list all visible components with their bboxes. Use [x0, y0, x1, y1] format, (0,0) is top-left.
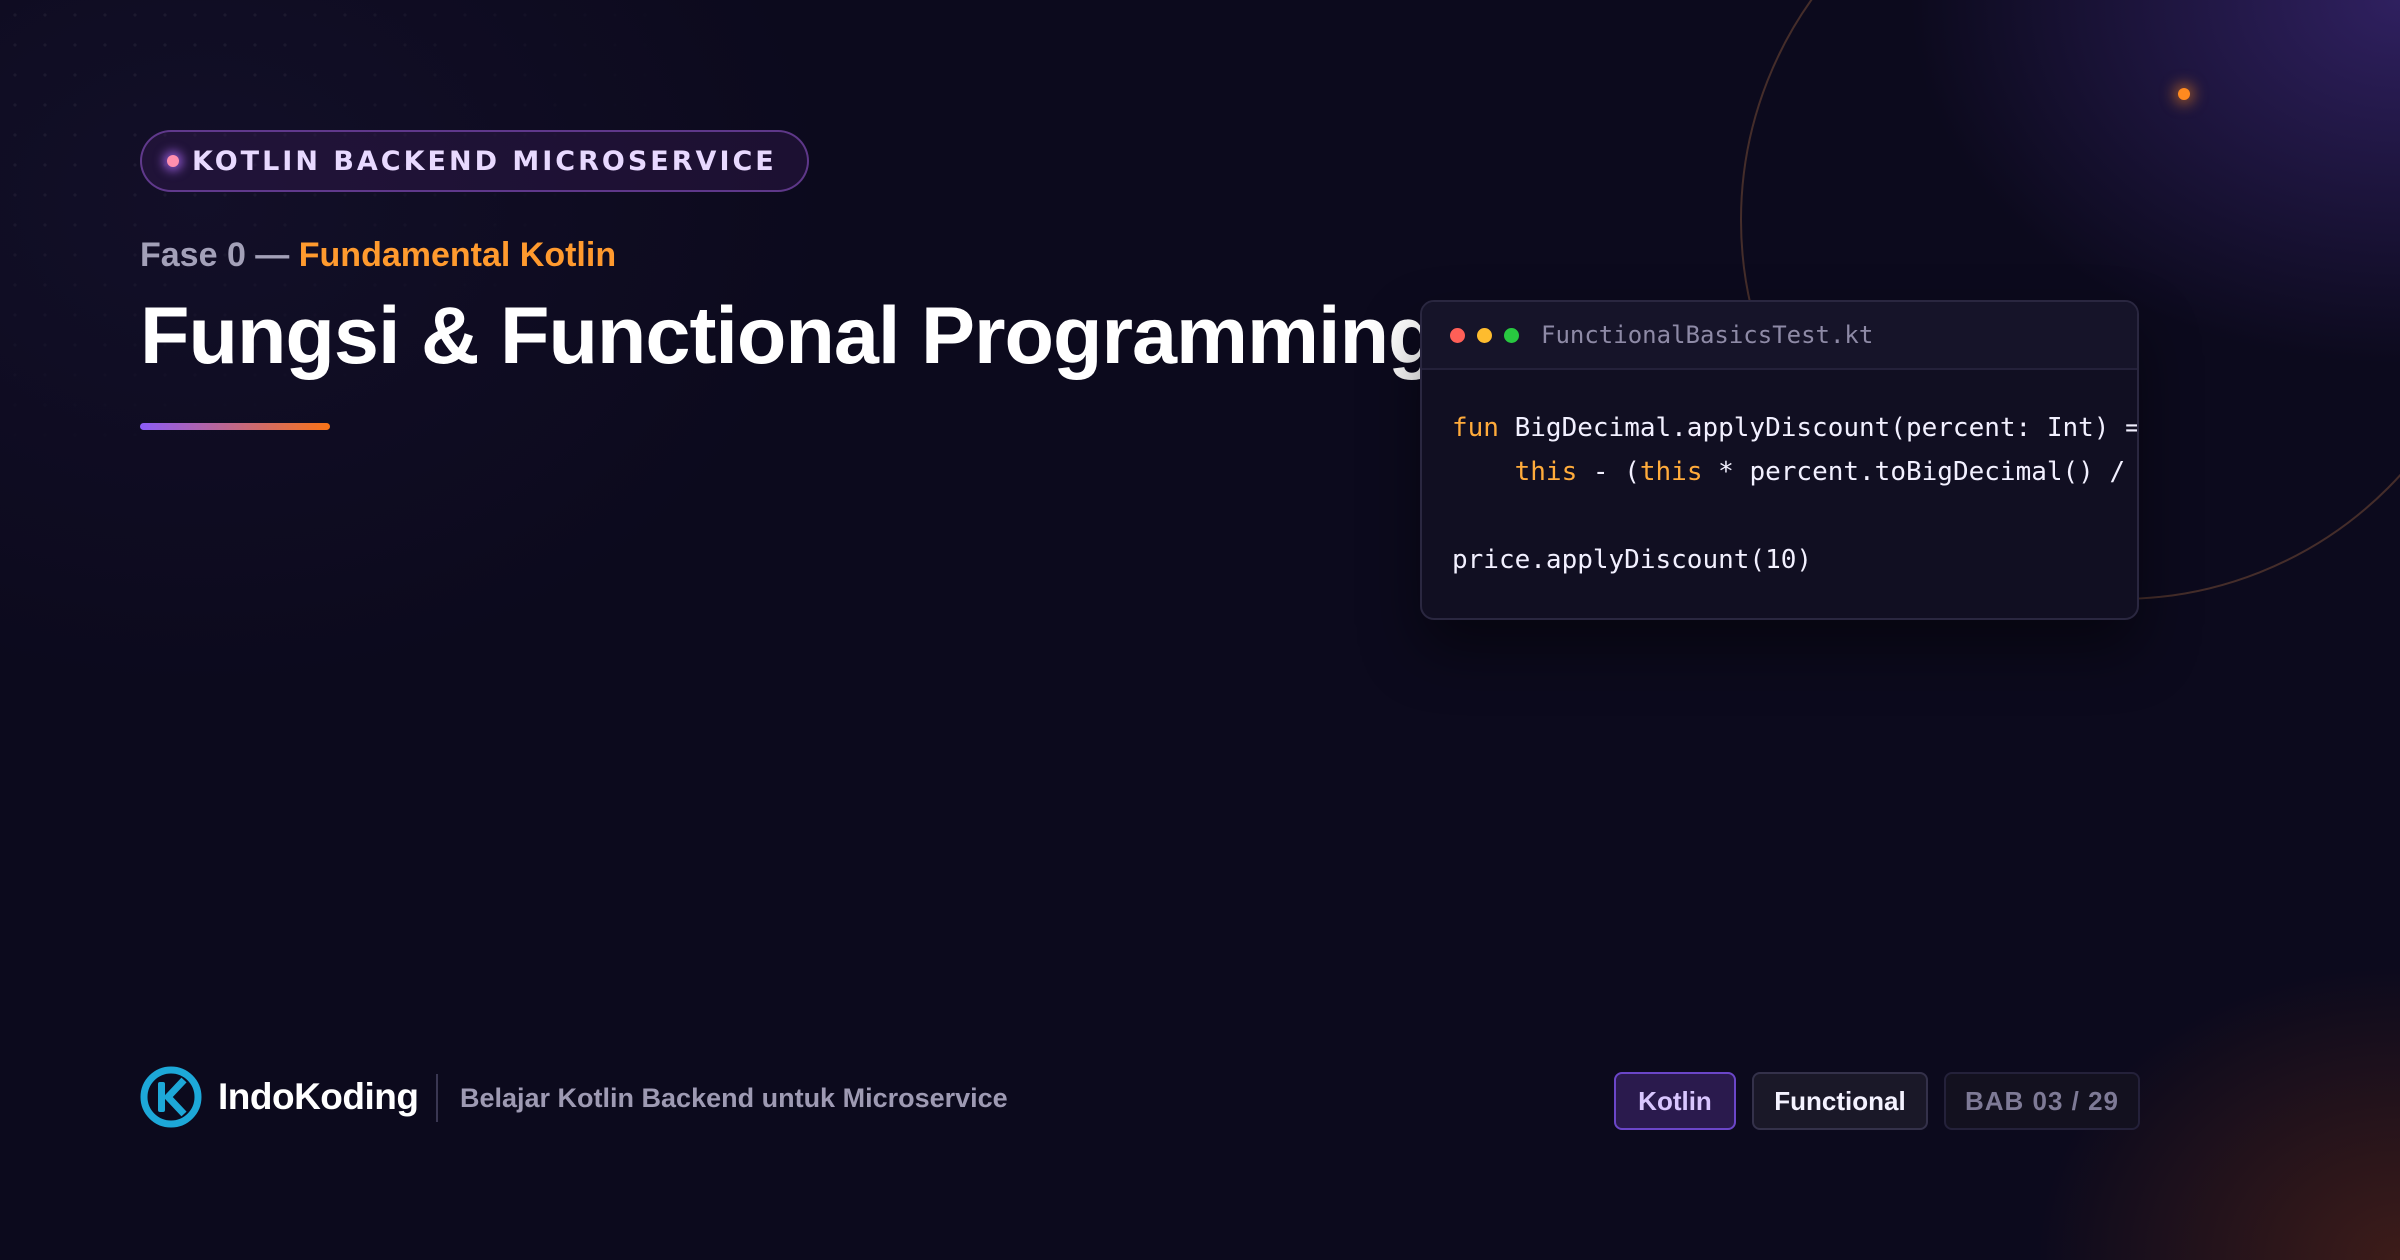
category-badge: KOTLIN BACKEND MICROSERVICE	[140, 130, 809, 192]
code-line-1: fun BigDecimal.applyDiscount(percent: In…	[1452, 406, 2137, 450]
code-keyword: fun	[1452, 413, 1499, 443]
window-minimize-dot-icon	[1477, 327, 1492, 343]
phase-separator: —	[245, 236, 299, 274]
phase-label: Fase 0 — Fundamental Kotlin	[140, 236, 616, 275]
code-text: BigDecimal.applyDiscount(percent: Int) =	[1498, 413, 2139, 443]
window-maximize-dot-icon	[1504, 327, 1519, 343]
code-line-4: price.applyDiscount(10)	[1452, 545, 1813, 575]
code-window-header: FunctionalBasicsTest.kt	[1422, 302, 2137, 370]
window-close-dot-icon	[1450, 327, 1465, 343]
brand-name: IndoKoding	[218, 1076, 419, 1117]
tag-kotlin[interactable]: Kotlin	[1614, 1072, 1736, 1130]
page-title: Fungsi & Functional Programming	[140, 291, 1438, 381]
code-keyword: this	[1514, 457, 1578, 487]
code-body: fun BigDecimal.applyDiscount(percent: In…	[1422, 370, 2137, 582]
chapter-indicator: BAB 03 / 29	[1944, 1072, 2140, 1130]
indokoding-logo-icon	[140, 1066, 202, 1128]
decorative-glow-dot	[2178, 88, 2190, 100]
code-filename: FunctionalBasicsTest.kt	[1541, 321, 1874, 349]
code-line-2: this - (this * percent.toBigDecimal() / …	[1452, 450, 2137, 494]
code-text: - (	[1577, 457, 1640, 487]
code-text: * percent.toBigDecimal() / 100)	[1718, 457, 2126, 487]
badge-dot-icon	[167, 155, 179, 167]
title-underline	[140, 423, 330, 430]
phase-number: Fase 0	[140, 236, 246, 274]
tag-functional[interactable]: Functional	[1752, 1072, 1928, 1130]
brand-tagline: Belajar Kotlin Backend untuk Microservic…	[460, 1083, 1008, 1113]
code-window: FunctionalBasicsTest.kt fun BigDecimal.a…	[1420, 300, 2139, 620]
code-keyword: this	[1639, 457, 1703, 487]
phase-name: Fundamental Kotlin	[298, 236, 617, 274]
badge-label: KOTLIN BACKEND MICROSERVICE	[192, 145, 777, 177]
footer-divider	[436, 1074, 438, 1122]
